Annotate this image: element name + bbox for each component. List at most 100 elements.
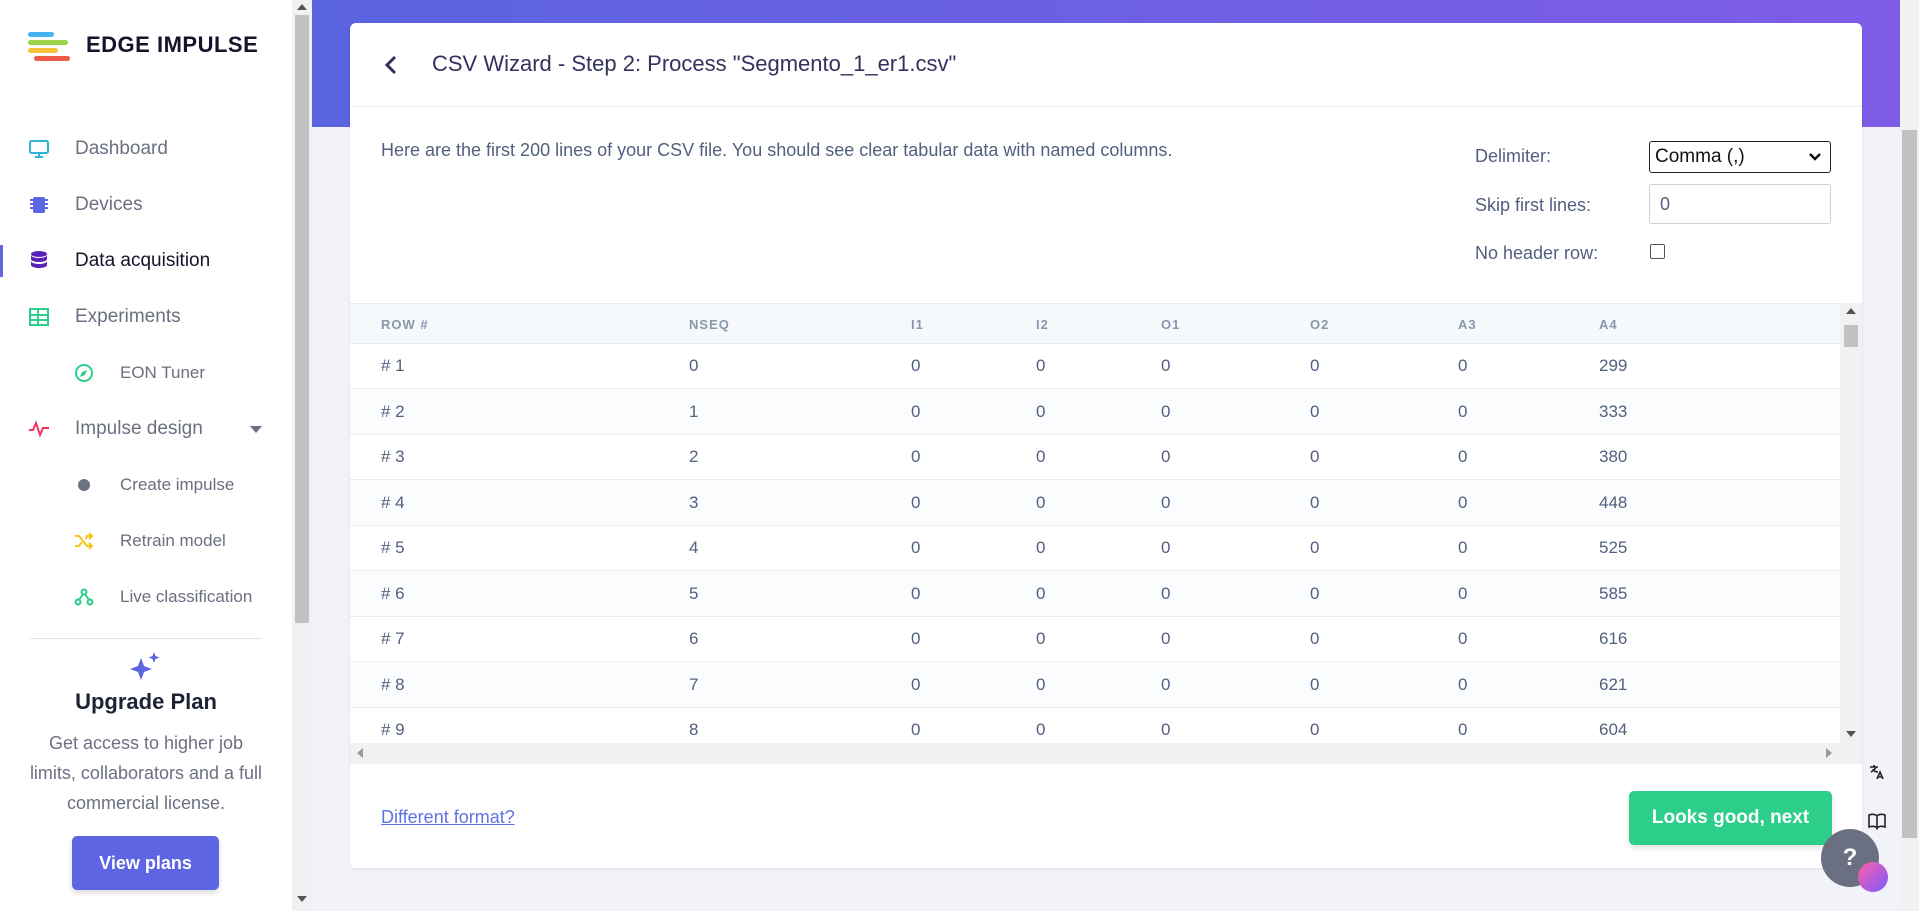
translate-icon[interactable] [1862, 757, 1892, 787]
back-arrow-icon[interactable] [380, 53, 404, 77]
chevron-down-icon[interactable] [250, 425, 262, 433]
upgrade-plan-title: Upgrade Plan [75, 689, 217, 714]
table-cell: 604 [1599, 720, 1628, 739]
table-cell: 525 [1599, 538, 1628, 557]
table-cell: 0 [1036, 583, 1046, 603]
scroll-up-arrow-icon[interactable] [297, 4, 307, 10]
scroll-up-arrow-icon[interactable] [1846, 308, 1856, 314]
table-cell: 0 [911, 583, 921, 603]
different-format-link[interactable]: Different format? [381, 807, 515, 828]
table-cell: 1 [689, 401, 699, 421]
table-horizontal-scrollbar[interactable] [350, 743, 1862, 764]
table-cell: 0 [1458, 720, 1468, 739]
table-row: # 1 0 0 0 0 0 0 299 [350, 344, 1840, 389]
skip-lines-input[interactable]: 0 [1649, 184, 1831, 224]
monitor-icon [28, 138, 50, 160]
csv-wizard-card: CSV Wizard - Step 2: Process "Segmento_1… [350, 23, 1862, 868]
nodes-icon [74, 587, 94, 607]
scroll-down-arrow-icon[interactable] [1846, 731, 1856, 737]
table-cell: 0 [1310, 356, 1320, 375]
sidebar-item-live-classification[interactable]: Live classification [0, 577, 292, 617]
column-header: O1 [1161, 317, 1181, 332]
table-cell: 0 [1458, 492, 1468, 512]
scroll-left-arrow-icon[interactable] [357, 748, 363, 758]
table-cell: 0 [911, 492, 921, 512]
looks-good-next-button[interactable]: Looks good, next [1629, 791, 1832, 845]
table-cell: # 4 [381, 492, 405, 512]
table-cell: 0 [1310, 538, 1320, 557]
sidebar-divider [30, 638, 262, 639]
page-scrollbar[interactable] [1900, 0, 1919, 911]
table-cell: 0 [1036, 674, 1046, 694]
sidebar-item-retrain-model[interactable]: Retrain model [0, 521, 292, 561]
assistant-brain-icon[interactable] [1858, 862, 1888, 892]
chip-icon [28, 194, 50, 216]
table-cell: # 6 [381, 583, 405, 603]
upgrade-plan-description: Get access to higher job limits, collabo… [29, 733, 263, 813]
edge-impulse-logo[interactable]: EDGE IMPULSE [28, 30, 259, 61]
sidebar-item-experiments[interactable]: Experiments [0, 297, 292, 337]
page-title: CSV Wizard - Step 2: Process "Segmento_1… [432, 51, 957, 76]
view-plans-button[interactable]: View plans [72, 836, 219, 890]
sidebar-item-label: EON Tuner [120, 363, 206, 382]
table-row: # 4 3 0 0 0 0 0 448 [350, 480, 1840, 526]
table-cell: 0 [911, 720, 921, 739]
table-cell: 5 [689, 583, 699, 603]
column-header: A3 [1458, 317, 1477, 332]
table-cell: 3 [689, 492, 699, 512]
table-scrollbar-thumb[interactable] [1844, 325, 1858, 347]
brand-name: EDGE IMPULSE [86, 32, 259, 57]
scroll-down-arrow-icon[interactable] [297, 896, 307, 902]
sidebar-item-create-impulse[interactable]: Create impulse [0, 465, 292, 505]
book-icon[interactable] [1862, 806, 1892, 836]
sidebar-item-label: Experiments [75, 306, 181, 327]
sidebar-item-data-acquisition[interactable]: Data acquisition [0, 241, 292, 281]
sidebar-item-label: Dashboard [75, 138, 168, 159]
dot-icon [74, 475, 94, 495]
table-cell: # 3 [381, 447, 405, 466]
sidebar-item-label: Data acquisition [75, 250, 211, 271]
column-header: ROW # [381, 317, 429, 332]
table-cell: 0 [1036, 401, 1046, 421]
table-cell: 380 [1599, 447, 1628, 466]
table-cell: 0 [1458, 538, 1468, 557]
column-header: I2 [1036, 317, 1049, 332]
table-cell: 0 [911, 356, 921, 375]
scroll-right-arrow-icon[interactable] [1826, 748, 1832, 758]
table-cell: 0 [1458, 401, 1468, 421]
sidebar-item-label: Devices [75, 194, 143, 215]
column-header: A4 [1599, 317, 1618, 332]
logo-mark-icon [28, 30, 72, 61]
table-cell: 6 [689, 629, 699, 648]
table-cell: 0 [1036, 629, 1046, 648]
table-row: # 2 1 0 0 0 0 0 333 [350, 389, 1840, 435]
sidebar-item-devices[interactable]: Devices [0, 185, 292, 225]
table-cell: 0 [1310, 447, 1320, 466]
table-cell: 0 [1161, 629, 1171, 648]
sidebar-item-label: Retrain model [120, 531, 226, 550]
table-cell: 7 [689, 674, 699, 694]
table-cell: 0 [1161, 583, 1171, 603]
table-cell: 0 [1161, 356, 1171, 375]
table-vertical-scrollbar[interactable] [1840, 303, 1862, 743]
table-cell: 0 [1161, 447, 1171, 466]
table-cell: 0 [911, 401, 921, 421]
page-scrollbar-thumb[interactable] [1902, 130, 1917, 838]
table-cell: 0 [689, 356, 699, 375]
sidebar-scrollbar[interactable] [292, 0, 312, 911]
table-row: # 3 2 0 0 0 0 0 380 [350, 435, 1840, 480]
sparkle-icon [128, 650, 164, 689]
no-header-checkbox[interactable] [1650, 244, 1665, 259]
compass-icon [74, 363, 94, 383]
table-cell: 0 [911, 629, 921, 648]
table-cell: 0 [1310, 629, 1320, 648]
sidebar-scrollbar-thumb[interactable] [295, 15, 309, 623]
table-header: ROW # NSEQ I1 I2 O1 O2 A3 A4 [350, 303, 1840, 344]
delimiter-select[interactable]: Comma (,) [1649, 141, 1831, 173]
sidebar-item-dashboard[interactable]: Dashboard [0, 129, 292, 169]
table-row: # 8 7 0 0 0 0 0 621 [350, 662, 1840, 708]
table-cell: 0 [1161, 538, 1171, 557]
sidebar-item-eon-tuner[interactable]: EON Tuner [0, 353, 292, 393]
no-header-label: No header row: [1475, 243, 1599, 263]
sidebar-item-impulse-design[interactable]: Impulse design [0, 409, 292, 449]
